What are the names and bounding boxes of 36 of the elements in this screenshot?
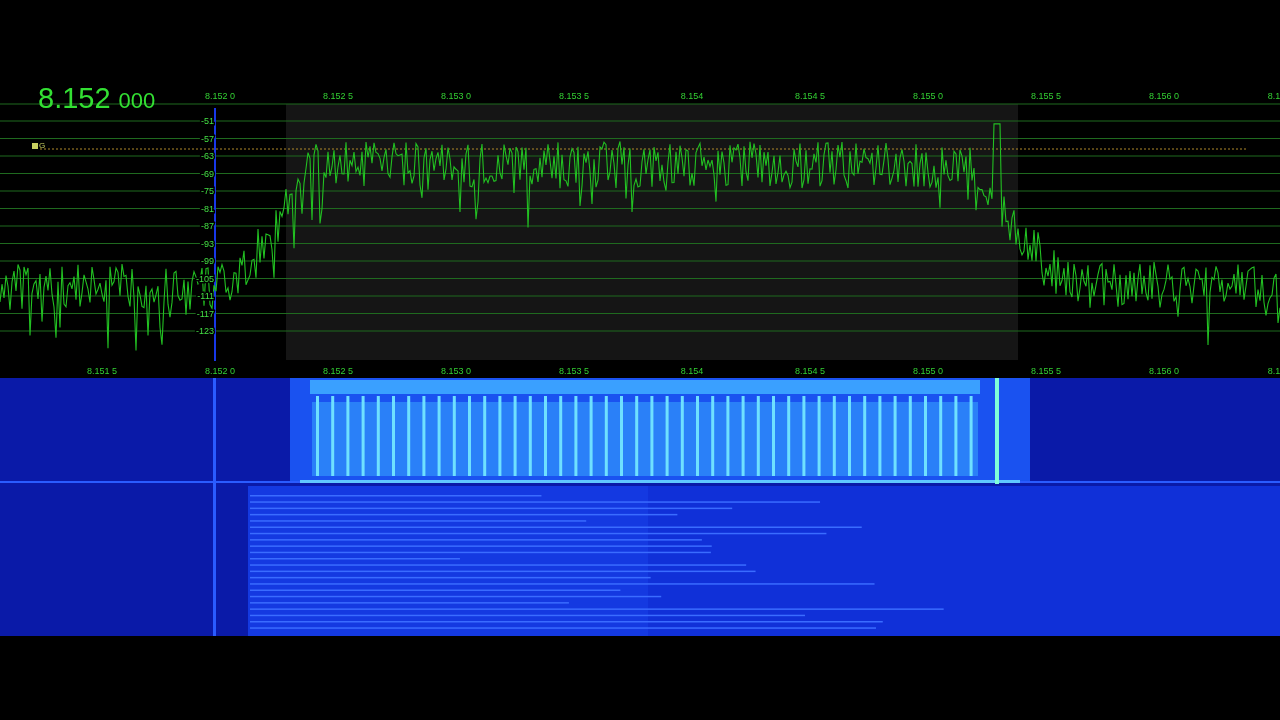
frequency-tick-label: 8.153 0: [441, 91, 471, 101]
frequency-readout: 8.152 000: [38, 85, 156, 114]
db-tick-label: -75: [201, 186, 214, 196]
frequency-tick-label: 8.155 0: [913, 366, 943, 376]
db-tick-label: -87: [201, 221, 214, 231]
tuning-cursor[interactable]: [214, 107, 216, 362]
frequency-tick-label: 8.153 0: [441, 366, 471, 376]
db-tick-label: -117: [196, 308, 214, 319]
frequency-tick-label: 8.156 0: [1149, 366, 1179, 376]
db-tick-label: -63: [201, 151, 214, 161]
marker-label: G: [39, 141, 46, 150]
frequency-tick-label: 8.154: [680, 366, 704, 376]
db-tick-label: -93: [201, 238, 214, 249]
frequency-tick-label: 8.152 5: [323, 91, 353, 101]
db-tick-label: -123: [196, 326, 214, 336]
frequency-tick-label: 8.152 0: [205, 366, 235, 376]
frequency-tick-label: 8.1: [1267, 366, 1280, 376]
frequency-tick-label: 8.152 5: [323, 366, 353, 376]
frequency-tick-label: 8.155 5: [1031, 91, 1061, 101]
frequency-tick-label: 8.156 0: [1149, 91, 1179, 101]
db-tick-label: -51: [201, 116, 214, 126]
frequency-tick-label: 8.152 0: [205, 91, 235, 101]
frequency-tick-label: 8.1: [1267, 91, 1280, 101]
frequency-tick-label: 8.154 5: [795, 366, 825, 376]
frequency-tick-label: 8.153 5: [559, 91, 589, 101]
frequency-tick-label: 8.153 5: [559, 366, 589, 376]
db-tick-label: -81: [201, 203, 214, 214]
db-tick-label: -57: [201, 133, 214, 144]
frequency-tick-label: 8.154 5: [795, 91, 825, 101]
frequency-tick-label: 8.155 5: [1031, 366, 1061, 376]
db-tick-label: -69: [201, 168, 214, 179]
marker-handle[interactable]: [32, 143, 38, 149]
db-tick-label: -99: [201, 256, 214, 266]
frequency-tick-label: 8.151 5: [87, 366, 117, 376]
frequency-tick-label: 8.154: [680, 91, 704, 101]
frequency-tick-label: 8.155 0: [913, 91, 943, 101]
